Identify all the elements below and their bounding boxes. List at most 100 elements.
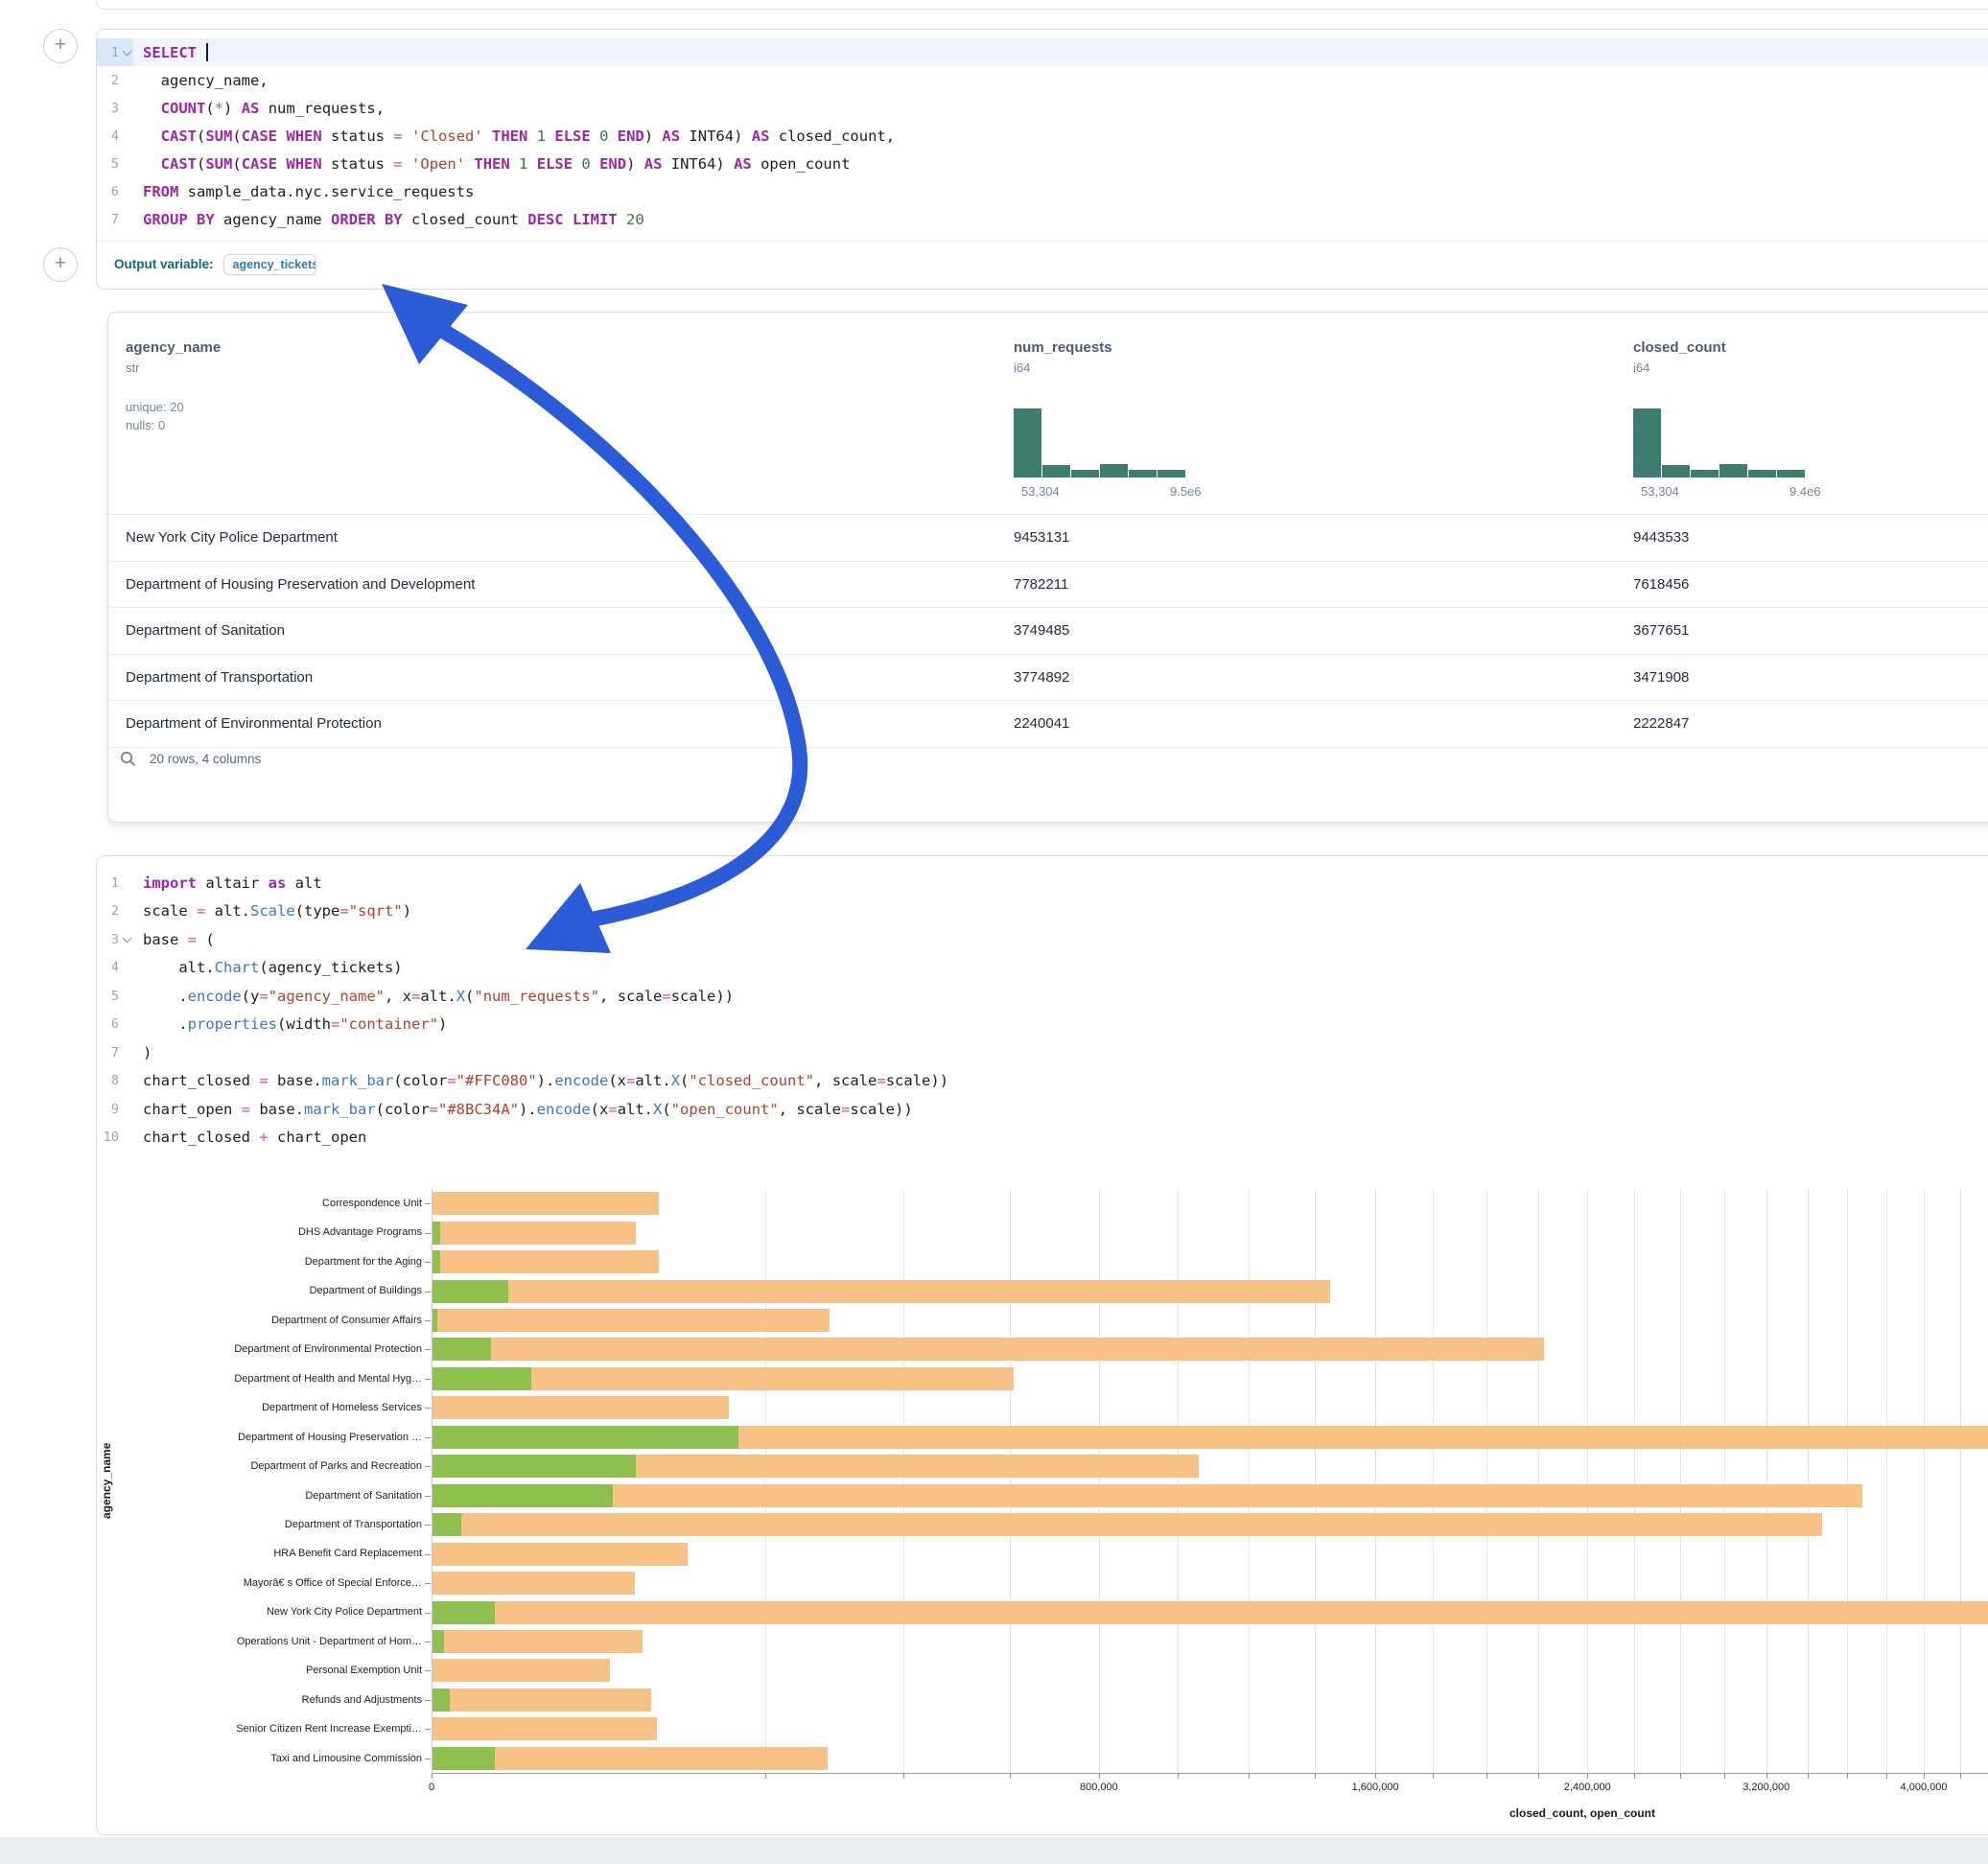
table-cell: 7782211: [1014, 562, 1068, 609]
code-text[interactable]: base = (: [133, 925, 1988, 954]
output-variable-badge[interactable]: agency_tickets: [223, 254, 316, 275]
code-text[interactable]: GROUP BY agency_name ORDER BY closed_cou…: [133, 205, 1988, 233]
fold-chevron-icon: [121, 1131, 133, 1144]
code-line[interactable]: 4 CAST(SUM(CASE WHEN status = 'Closed' T…: [97, 122, 1988, 150]
code-text[interactable]: SELECT: [133, 38, 1988, 66]
text-cursor: [206, 43, 208, 61]
code-text[interactable]: alt.Chart(agency_tickets): [133, 954, 1988, 983]
column-type: i64: [1633, 361, 1940, 375]
code-text[interactable]: ): [133, 1038, 1988, 1067]
code-text[interactable]: .encode(y="agency_name", x=alt.X("num_re…: [133, 982, 1988, 1011]
dataframe-preview-table: agency_namestrunique: 20nulls: 053,3049.…: [107, 312, 1988, 823]
line-gutter: 8: [97, 1067, 133, 1096]
fold-chevron-icon[interactable]: [121, 46, 133, 58]
code-line[interactable]: 1 SELECT: [97, 38, 1988, 66]
table-cell: New York City Police Department: [126, 515, 338, 562]
fold-chevron-icon: [121, 129, 133, 142]
line-number: 7: [111, 212, 119, 227]
line-number: 8: [111, 1073, 119, 1088]
histogram-min-label: 53,304: [1021, 484, 1060, 499]
code-line[interactable]: 7 GROUP BY agency_name ORDER BY closed_co…: [97, 205, 1988, 233]
code-line[interactable]: 6 .properties(width="container"): [97, 1011, 1988, 1039]
code-text[interactable]: CAST(SUM(CASE WHEN status = 'Open' THEN …: [133, 150, 1988, 177]
line-gutter: 4: [97, 954, 133, 983]
fold-chevron-icon[interactable]: [121, 933, 133, 945]
line-gutter: 4: [97, 122, 133, 150]
line-gutter: 6: [97, 1011, 133, 1039]
histogram-max-label: 9.5e6: [1170, 484, 1202, 499]
fold-chevron-icon: [121, 990, 133, 1002]
line-gutter: 6: [97, 177, 133, 205]
line-number: 5: [111, 989, 119, 1004]
line-number: 1: [111, 45, 119, 60]
code-line[interactable]: 5 .encode(y="agency_name", x=alt.X("num_…: [97, 982, 1988, 1011]
code-text[interactable]: agency_name,: [133, 66, 1988, 94]
code-line[interactable]: 6 FROM sample_data.nyc.service_requests: [97, 177, 1988, 205]
previous-cell-card: [96, 0, 1988, 10]
code-line[interactable]: 7): [97, 1038, 1988, 1067]
fold-chevron-icon: [121, 213, 133, 225]
table-cell: 7618456: [1633, 562, 1689, 609]
table-cell: 3471908: [1633, 655, 1689, 702]
histogram-min-label: 53,304: [1641, 484, 1679, 499]
histogram-max-label: 9.4e6: [1789, 484, 1821, 499]
sql-code-editor[interactable]: 1 SELECT 2 agency_name,3 COUNT(*) AS num_…: [97, 38, 1988, 233]
fold-chevron-icon: [121, 1075, 133, 1087]
column-name: closed_count: [1633, 339, 1940, 356]
table-cell: Department of Housing Preservation and D…: [126, 562, 475, 609]
histogram-bin: [1071, 470, 1099, 478]
line-gutter: 5: [97, 982, 133, 1011]
line-number: 4: [111, 128, 119, 144]
table-cell: 3774892: [1014, 655, 1069, 702]
code-line[interactable]: 5 CAST(SUM(CASE WHEN status = 'Open' THE…: [97, 150, 1988, 177]
histogram-bin: [1042, 465, 1070, 478]
code-text[interactable]: chart_open = base.mark_bar(color="#8BC34…: [133, 1095, 1988, 1124]
search-icon[interactable]: [120, 751, 136, 767]
line-gutter: 7: [97, 1038, 133, 1067]
code-text[interactable]: import altair as alt: [133, 869, 1988, 897]
line-number: 6: [111, 184, 119, 199]
code-line[interactable]: 2scale = alt.Scale(type="sqrt"): [97, 897, 1988, 926]
histogram-bin: [1014, 408, 1041, 478]
code-line[interactable]: 8 chart_closed = base.mark_bar(color="#FF…: [97, 1067, 1988, 1096]
code-line[interactable]: 4 alt.Chart(agency_tickets): [97, 954, 1988, 983]
add-cell-button-top[interactable]: +: [43, 29, 78, 63]
python-code-editor[interactable]: 1 import altair as alt2scale = alt.Scale(…: [97, 869, 1988, 1152]
line-gutter: 1: [97, 869, 133, 897]
column-stat: nulls: 0: [126, 418, 433, 432]
code-text[interactable]: CAST(SUM(CASE WHEN status = 'Closed' THE…: [133, 122, 1988, 150]
code-text[interactable]: FROM sample_data.nyc.service_requests: [133, 177, 1988, 205]
table-cell: Department of Sanitation: [126, 608, 285, 655]
table-cell: 3749485: [1014, 608, 1069, 655]
table-row: Department of Sanitation37494853677651: [108, 607, 1988, 655]
line-number: 1: [111, 875, 119, 891]
code-text[interactable]: chart_closed + chart_open: [133, 1124, 1988, 1153]
code-line[interactable]: 2 agency_name,: [97, 66, 1988, 94]
code-line[interactable]: 3base = (: [97, 925, 1988, 954]
code-text[interactable]: chart_closed = base.mark_bar(color="#FFC…: [133, 1067, 1988, 1096]
column-header: agency_namestrunique: 20nulls: 0: [126, 339, 433, 432]
code-line[interactable]: 10 chart_closed + chart_open: [97, 1124, 1988, 1153]
table-row: Department of Housing Preservation and D…: [108, 561, 1988, 609]
column-stat: unique: 20: [126, 400, 433, 414]
fold-chevron-icon: [121, 962, 133, 974]
code-text[interactable]: scale = alt.Scale(type="sqrt"): [133, 897, 1988, 926]
code-text[interactable]: .properties(width="container"): [133, 1011, 1988, 1039]
notebook-page: + + 1 SELECT 2 agency_name,3 COUNT(*) AS …: [0, 0, 1988, 1864]
line-number: 6: [111, 1016, 119, 1032]
code-line[interactable]: 3 COUNT(*) AS num_requests,: [97, 94, 1988, 122]
column-header: closed_count i64: [1633, 339, 1940, 375]
histogram-bin: [1719, 464, 1747, 478]
add-cell-button-output[interactable]: +: [43, 247, 78, 282]
fold-chevron-icon: [121, 102, 133, 114]
code-line[interactable]: 1 import altair as alt: [97, 869, 1988, 897]
line-number: 10: [104, 1130, 119, 1145]
column-type: i64: [1014, 361, 1321, 375]
table-cell: 9453131: [1014, 515, 1069, 562]
code-text[interactable]: COUNT(*) AS num_requests,: [133, 94, 1988, 122]
line-gutter: 9: [97, 1095, 133, 1124]
line-gutter: 7: [97, 205, 133, 233]
output-variable-row: Output variable: agency_tickets: [114, 241, 316, 288]
column-name: num_requests: [1014, 339, 1321, 356]
code-line[interactable]: 9chart_open = base.mark_bar(color="#8BC3…: [97, 1095, 1988, 1124]
